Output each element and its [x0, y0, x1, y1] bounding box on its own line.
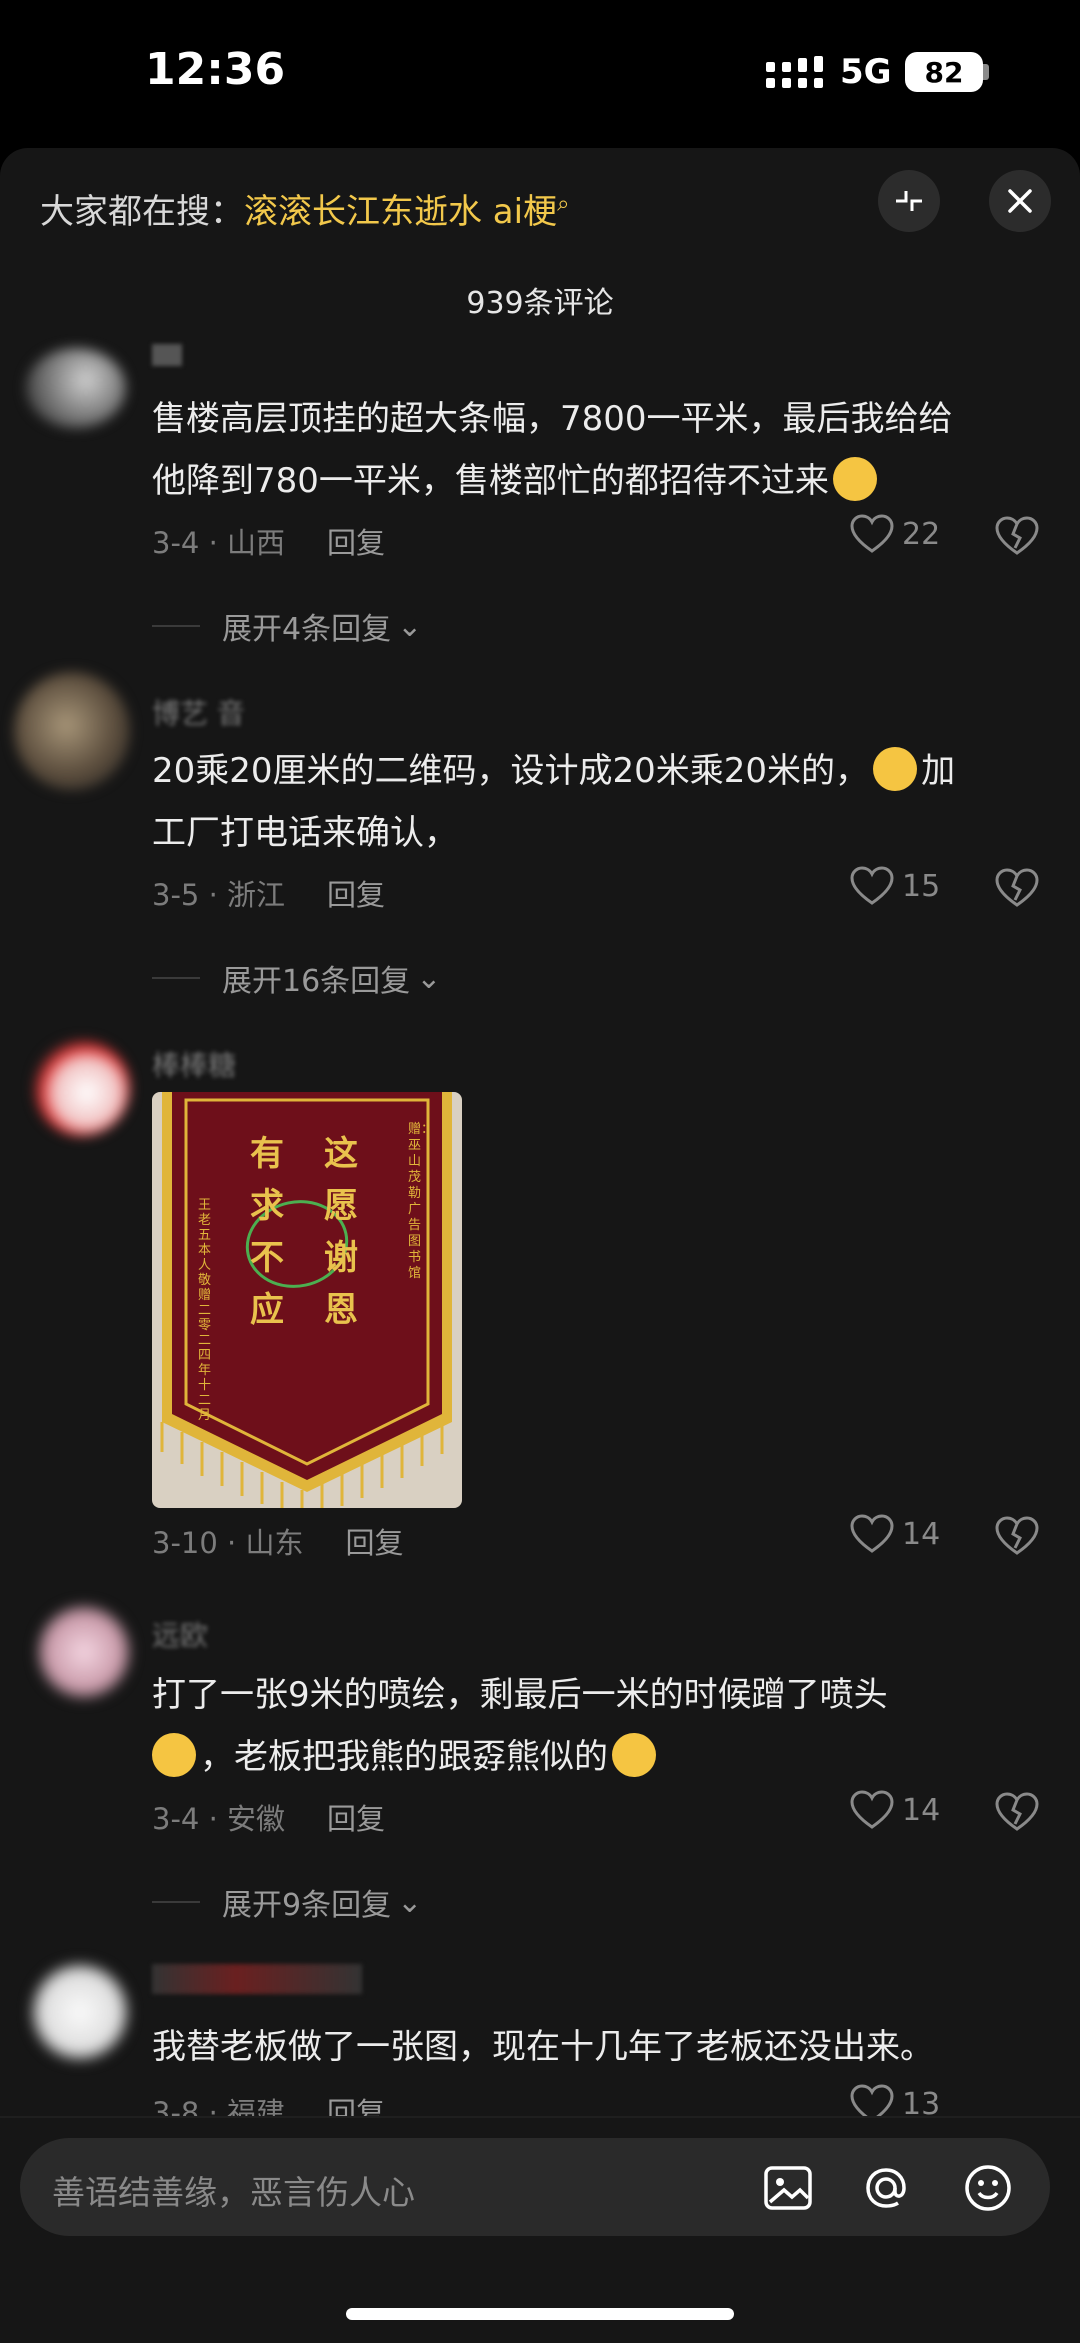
comment-meta: 3-4 · 安徽 回复	[152, 1796, 385, 1838]
comment-text: 20乘20厘米的二维码，设计成20米乘20米的， 加 工厂打电话来确认，	[152, 740, 1052, 864]
battery-indicator: 82	[905, 52, 983, 92]
pennant-inscription-left: 王老五本人 敬赠 二零二四年十二月	[198, 1198, 212, 1423]
date-location: 3-4 · 安徽	[152, 1802, 286, 1836]
heart-icon	[850, 514, 894, 553]
broken-heart-icon[interactable]	[995, 1516, 1039, 1556]
like-count: 14	[902, 1792, 941, 1828]
avatar[interactable]	[14, 672, 130, 790]
comment-text: 打了一张9米的喷绘，剩最后一米的时候蹭了喷头 ，老板把我熊的跟孬熊似的	[152, 1664, 1052, 1788]
collapse-icon	[896, 191, 922, 211]
comment-line: 我替老板做了一张图，现在十几年了老板还没出来。	[152, 2027, 934, 2067]
date-location: 3-10 · 山东	[152, 1526, 304, 1560]
comment-text: 我替老板做了一张图，现在十几年了老板还没出来。	[152, 2016, 1052, 2078]
reply-button[interactable]: 回复	[327, 526, 385, 560]
username-redacted[interactable]	[152, 344, 182, 366]
heart-icon	[850, 1514, 894, 1553]
avatar[interactable]	[26, 348, 126, 428]
close-icon	[1008, 189, 1032, 213]
comment-line-text: ，老板把我熊的跟孬熊似的	[200, 1737, 608, 1777]
pennant-inscription-right: 赠：巫山茂勒广告图书馆	[408, 1122, 435, 1281]
grinning-sweat-emoji-icon	[873, 746, 918, 791]
chevron-down-icon: ⌄	[397, 1884, 423, 1920]
broken-heart-icon[interactable]	[995, 1792, 1039, 1832]
eye-roll-emoji-icon	[612, 1732, 656, 1777]
comment-line: 售楼高层顶挂的超大条幅，7800一平米，最后我给给	[152, 399, 953, 439]
avatar[interactable]	[36, 1604, 132, 1700]
chevron-down-icon: ⌄	[416, 960, 442, 996]
comment-image-pennant[interactable]: 有 求 不 应 这 愿 谢 恩 赠：巫山茂勒广告图书馆 王老五本人 敬赠 二零二…	[152, 1092, 462, 1508]
expand-replies[interactable]: 展开16条回复 ⌄	[152, 956, 441, 1000]
input-placeholder: 善语结善缘，恶言伤人心	[52, 2173, 415, 2212]
divider	[152, 1901, 200, 1903]
avatar[interactable]	[34, 1040, 130, 1136]
pennant-text-right: 这 愿 谢 恩	[324, 1134, 358, 1330]
clock: 12:36	[145, 44, 286, 95]
rofl-emoji-icon	[832, 456, 877, 501]
divider	[152, 625, 200, 627]
like-count: 15	[902, 868, 941, 904]
like-button[interactable]: 14	[850, 1790, 940, 1830]
signal-icon	[766, 56, 823, 88]
emoji-icon[interactable]	[960, 2160, 1016, 2216]
avatar[interactable]	[30, 1962, 130, 2062]
comment-line: ，老板把我熊的跟孬熊似的	[152, 1726, 1052, 1788]
chevron-down-icon: ⌄	[397, 608, 423, 644]
like-button[interactable]: 22	[850, 514, 940, 554]
comment-count: 939条评论	[466, 286, 614, 321]
comment-line: 打了一张9米的喷绘，剩最后一米的时候蹭了喷头	[152, 1675, 888, 1715]
collapse-button[interactable]	[878, 170, 940, 232]
broken-heart-icon[interactable]	[995, 868, 1039, 908]
home-indicator[interactable]	[346, 2308, 734, 2320]
trending-prefix: 大家都在搜：	[40, 192, 244, 232]
network-type: 5G	[840, 52, 892, 92]
comment-line-text: 20乘20厘米的二维码，设计成20米乘20米的，	[152, 751, 870, 791]
at-mention-icon[interactable]	[858, 2160, 914, 2216]
date-location: 3-5 · 浙江	[152, 878, 286, 912]
username[interactable]: 远欧	[152, 1614, 208, 1654]
trending-keyword[interactable]: 滚滚长江东逝水 ai梗	[244, 192, 557, 232]
comment-line: 工厂打电话来确认，	[152, 813, 458, 853]
comment-line-text: 他降到780一平米，售楼部忙的都招待不过来	[152, 461, 829, 501]
reply-button[interactable]: 回复	[327, 878, 385, 912]
date-location: 3-4 · 山西	[152, 526, 286, 560]
username[interactable]: 博艺 音	[152, 692, 245, 732]
expand-replies[interactable]: 展开4条回复 ⌄	[152, 604, 422, 648]
pennant-text-left: 有 求 不 应	[250, 1134, 284, 1330]
comment-text: 售楼高层顶挂的超大条幅，7800一平米，最后我给给 他降到780一平米，售楼部忙…	[152, 388, 1052, 512]
search-icon: ⌕	[557, 191, 570, 217]
like-count: 14	[902, 1516, 941, 1552]
expand-label: 展开16条回复	[222, 964, 411, 999]
broken-heart-icon[interactable]	[995, 516, 1039, 556]
comment-line: 20乘20厘米的二维码，设计成20米乘20米的， 加	[152, 740, 1052, 802]
status-bar: 12:36 5G 82	[0, 0, 1080, 148]
reply-button[interactable]: 回复	[327, 1802, 385, 1836]
heart-icon	[850, 866, 894, 905]
close-button[interactable]	[989, 170, 1051, 232]
trending-search[interactable]: 大家都在搜：滚滚长江东逝水 ai梗⌕	[40, 184, 569, 233]
comment-line-text: 加	[921, 751, 956, 791]
expand-label: 展开4条回复	[222, 612, 392, 647]
like-button[interactable]: 15	[850, 866, 940, 906]
divider	[152, 977, 200, 979]
image-icon[interactable]	[760, 2160, 816, 2216]
comment-meta: 3-10 · 山东 回复	[152, 1520, 404, 1562]
like-button[interactable]: 14	[850, 1514, 940, 1554]
crying-emoji-icon	[152, 1732, 196, 1777]
expand-replies[interactable]: 展开9条回复 ⌄	[152, 1880, 422, 1924]
like-count: 22	[902, 516, 941, 552]
comment-meta: 3-5 · 浙江 回复	[152, 872, 385, 914]
comment-line: 他降到780一平米，售楼部忙的都招待不过来	[152, 450, 1052, 512]
reply-button[interactable]: 回复	[345, 1526, 403, 1560]
battery-cap	[983, 64, 989, 80]
heart-icon	[850, 1790, 894, 1829]
username-redacted[interactable]	[152, 1964, 362, 1994]
expand-label: 展开9条回复	[222, 1888, 392, 1923]
comment-meta: 3-4 · 山西 回复	[152, 520, 385, 562]
username[interactable]: 棒棒糖	[152, 1044, 236, 1084]
